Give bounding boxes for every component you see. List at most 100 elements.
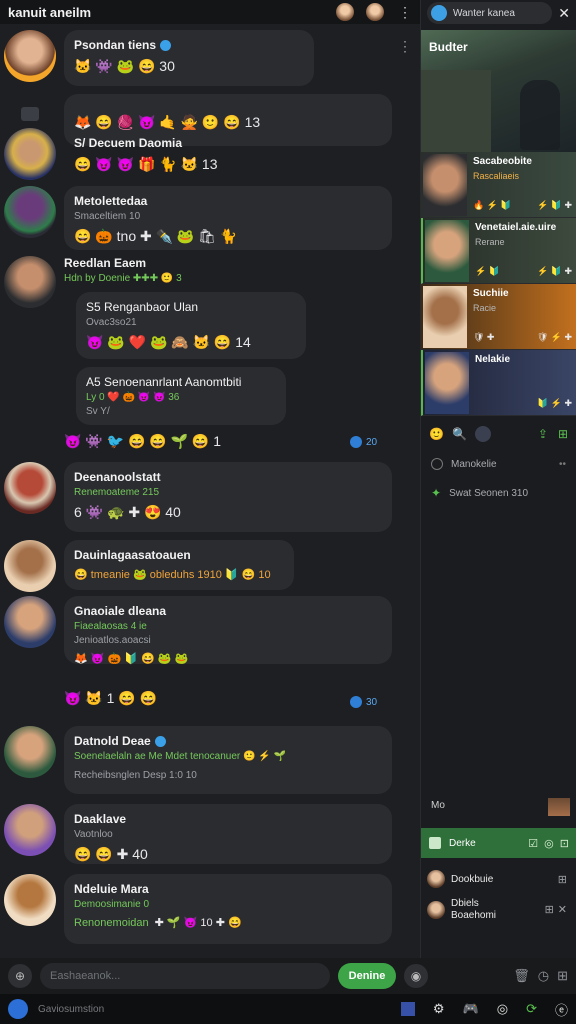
- hero-banner[interactable]: Budter: [421, 30, 576, 152]
- avatar[interactable]: [4, 540, 56, 592]
- refresh-icon[interactable]: ⟳: [526, 1001, 537, 1017]
- card-icons-right[interactable]: ⚡ 🔰 ✚: [537, 266, 572, 277]
- send-button[interactable]: Denine: [338, 963, 396, 989]
- item-actions: ☑ ◎ ⊡: [528, 837, 569, 850]
- trash-icon[interactable]: 🗑: [513, 968, 530, 984]
- list-item[interactable]: Psondan tiens 🐱 👾 🐸 😄 30: [4, 30, 314, 86]
- grid-icon[interactable]: ⊞: [557, 968, 568, 984]
- person-row[interactable]: Dbiels Boaehomi ⊞✕: [427, 898, 571, 922]
- avatar[interactable]: [427, 901, 445, 919]
- reply-count[interactable]: 20: [350, 436, 377, 448]
- reply-title: A5 Senoenanrlant Aanomtbiti: [86, 375, 242, 389]
- message-bubble: S/ Decuem Daomia 😄 😈 😈 🎁 🐈 🐱 13: [64, 128, 392, 180]
- avatar[interactable]: [4, 256, 56, 308]
- right-panel: Wanter kanea ✕ Budter Sacabeobite Rascal…: [420, 0, 576, 958]
- settings-icon[interactable]: ⚙: [433, 1001, 445, 1017]
- list-item[interactable]: S/ Decuem Daomia 😄 😈 😈 🎁 🐈 🐱 13: [4, 128, 392, 180]
- reactions[interactable]: 🐱 👾 🐸 😄 30: [74, 58, 304, 75]
- avatar[interactable]: [4, 186, 56, 238]
- list-item[interactable]: Datnold Deae Soenelaelaln ae Me Mdet ten…: [4, 726, 392, 794]
- game-icon[interactable]: 🎮: [463, 1001, 479, 1017]
- panel-row-label: Swat Seonen 310: [449, 487, 529, 499]
- message-thread: Reedlan Eaem Hdn by Doenie ✚✚✚ 🙂 3 S5 Re…: [64, 256, 392, 450]
- close-icon[interactable]: ✕: [558, 5, 570, 22]
- reactions[interactable]: 6 👾 🐢 ✚ 😍 40: [74, 504, 382, 521]
- list-item[interactable]: Metolettedaa Smaceltiem 10 😄 🎃 tno ✚ ✒️ …: [4, 186, 392, 250]
- grid-icon[interactable]: ⊞: [558, 427, 568, 441]
- panel-header: Wanter kanea ✕: [421, 0, 576, 26]
- reactions[interactable]: 😈 👾 🐦 😄 😄 🌱 😄 1: [64, 433, 392, 450]
- app-logo[interactable]: [8, 999, 28, 1019]
- more-icon[interactable]: ⋮: [398, 38, 412, 55]
- card-icons-right[interactable]: 🔰 ⚡ ✚: [537, 398, 572, 409]
- more-icon[interactable]: ••: [559, 459, 566, 470]
- author-name: Ndeluie Mara: [74, 882, 149, 896]
- message-input[interactable]: Eashaeanok...: [40, 963, 330, 989]
- mic-icon[interactable]: ◉: [404, 964, 428, 988]
- timer-icon[interactable]: ◷: [538, 968, 549, 984]
- card-title: Nelakie: [475, 354, 511, 365]
- reactions[interactable]: 😄 😄 ✚ 40: [74, 846, 382, 863]
- status-icon[interactable]: ◎: [544, 837, 554, 850]
- message-bubble: Psondan tiens 🐱 👾 🐸 😄 30: [64, 30, 314, 86]
- channel-chip[interactable]: Wanter kanea: [427, 2, 553, 24]
- media-card[interactable]: Sacabeobite Rascaliaeis 🔥 ⚡ 🔰 ⚡ 🔰 ✚: [421, 152, 576, 218]
- profile-icon[interactable]: ⓔ: [555, 1000, 568, 1019]
- author-name: Gnaoiale dleana: [74, 604, 167, 618]
- media-card[interactable]: Nelakie 🔰 ⚡ ✚: [421, 350, 576, 416]
- avatar[interactable]: [4, 874, 56, 926]
- avatar[interactable]: [4, 128, 56, 180]
- avatar[interactable]: [4, 30, 56, 82]
- share-icon[interactable]: ⇪: [538, 427, 548, 441]
- reactions[interactable]: 😈 🐱 1 😄 😄: [64, 690, 157, 707]
- person-actions[interactable]: ⊞: [558, 873, 571, 886]
- avatar[interactable]: [4, 726, 56, 778]
- avatar[interactable]: [336, 3, 354, 21]
- list-item[interactable]: Reedlan Eaem Hdn by Doenie ✚✚✚ 🙂 3 S5 Re…: [4, 256, 392, 450]
- reactions[interactable]: 😈 🐸 ❤️ 🐸 🙈 🐱 😄 14: [86, 334, 296, 351]
- list-item[interactable]: Dauinlagaasatoauen 😄 tmeanie 🐸 obleduhs …: [4, 540, 294, 592]
- reactions[interactable]: 😄 tmeanie 🐸 obleduhs 1910 🔰 😄 10: [74, 568, 284, 581]
- bottom-nav: ⚙ 🎮 ◎ ⟳ ⓔ: [400, 1000, 568, 1019]
- reactions[interactable]: 🦊 😈 🎃 🔰 😄 🐸 🐸: [74, 652, 382, 665]
- list-item[interactable]: 😈 🐱 1 😄 😄: [4, 684, 157, 707]
- check-icon[interactable]: ☑: [528, 837, 538, 850]
- emoji-icon[interactable]: 🙂: [429, 427, 444, 441]
- attach-icon[interactable]: ⊕: [8, 964, 32, 988]
- avatar[interactable]: [4, 596, 56, 648]
- card-thumbnail: [425, 352, 469, 414]
- avatar[interactable]: [4, 804, 56, 856]
- avatar[interactable]: [4, 462, 56, 514]
- list-item[interactable]: Gnaoiale dleana Fiaealaosas 4 ie Jenioat…: [4, 596, 392, 665]
- list-item[interactable]: Deenanoolstatt Renemoateme 215 6 👾 🐢 ✚ 😍…: [4, 462, 392, 532]
- more-icon[interactable]: ⋮: [398, 4, 412, 21]
- card-title: Sacabeobite: [473, 156, 532, 167]
- media-card[interactable]: Suchiie Racie 🛡 ✚ 🛡 ⚡ ✚: [421, 284, 576, 350]
- square-icon[interactable]: [400, 1002, 415, 1016]
- person-row[interactable]: Dookbuie ⊞: [427, 870, 571, 888]
- avatar[interactable]: [548, 798, 570, 816]
- panel-row[interactable]: ✦ Swat Seonen 310: [421, 478, 576, 508]
- expand-icon[interactable]: ⊡: [560, 837, 569, 850]
- list-item[interactable]: Ndeluie Mara Demoosimanie 0 Renonemoidan…: [4, 874, 392, 944]
- section-label: Mo: [431, 800, 445, 811]
- panel-row[interactable]: Manokelie ••: [421, 450, 576, 478]
- top-bar: kanuit aneilm ⋮: [0, 0, 420, 24]
- avatar[interactable]: [427, 870, 445, 888]
- avatar[interactable]: [366, 3, 384, 21]
- message-subtitle: Recheibsnglen Desp 1:0 10: [74, 770, 197, 781]
- reactions[interactable]: Renonemoidan ✚ 🌱 😈 10 ✚ 😄: [74, 916, 382, 930]
- card-icons-right[interactable]: ⚡ 🔰 ✚: [537, 200, 572, 211]
- list-item[interactable]: Daaklave Vaotnloo 😄 😄 ✚ 40: [4, 804, 392, 864]
- search-icon[interactable]: 🔍: [452, 427, 467, 441]
- reply-count[interactable]: 30: [350, 696, 377, 708]
- card-icons-right[interactable]: 🛡 ⚡ ✚: [537, 332, 572, 343]
- person-actions[interactable]: ⊞✕: [545, 904, 571, 916]
- active-item[interactable]: Derke ☑ ◎ ⊡: [421, 828, 576, 858]
- card-subtitle: Rascaliaeis: [473, 171, 520, 181]
- media-card[interactable]: Venetaiel.aie.uire Rerane ⚡ 🔰 ⚡ 🔰 ✚: [421, 218, 576, 284]
- target-icon[interactable]: ◎: [497, 1001, 508, 1017]
- reactions[interactable]: 😄 😈 😈 🎁 🐈 🐱 13: [74, 156, 382, 173]
- message-subtitle: Fiaealaosas 4 ie: [74, 621, 147, 632]
- reactions[interactable]: 😄 🎃 tno ✚ ✒️ 🐸 🛍 🐈: [74, 228, 382, 245]
